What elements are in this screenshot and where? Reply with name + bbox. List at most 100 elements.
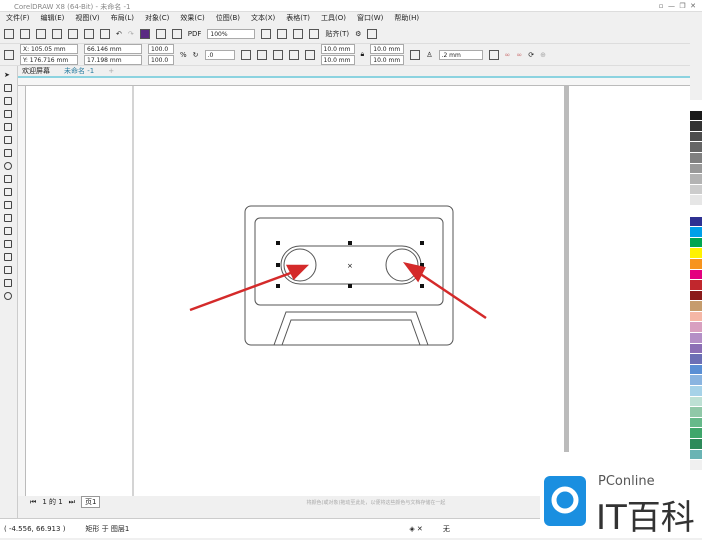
pick-tool-icon[interactable]: ➤ — [4, 71, 12, 79]
color-swatch[interactable] — [690, 439, 702, 450]
menu-edit[interactable]: 编辑(E) — [41, 13, 65, 23]
polygon-tool-icon[interactable] — [4, 175, 12, 183]
horizontal-ruler[interactable] — [18, 78, 690, 86]
relative-scale-icon[interactable] — [410, 49, 421, 60]
color-swatch[interactable] — [690, 311, 702, 323]
page-tab[interactable]: 页1 — [80, 496, 101, 508]
window-controls[interactable]: ▫ — ❐ ✕ — [659, 2, 696, 10]
color-swatch[interactable] — [690, 322, 702, 334]
menu-window[interactable]: 窗口(W) — [357, 13, 383, 23]
transparency-icon[interactable] — [4, 240, 12, 248]
color-swatch[interactable] — [690, 205, 702, 217]
guidelines-icon[interactable] — [309, 28, 320, 39]
undo-icon[interactable]: ↶ — [116, 30, 122, 38]
eyedropper-icon[interactable] — [4, 253, 12, 261]
color-swatch[interactable] — [690, 237, 702, 249]
menu-effects[interactable]: 效果(C) — [180, 13, 204, 23]
wrap-text-icon[interactable] — [488, 49, 499, 60]
object-origin-icon[interactable] — [4, 49, 14, 60]
ellipse-tool-icon[interactable] — [4, 162, 12, 170]
print-icon[interactable] — [52, 28, 62, 39]
menu-text[interactable]: 文本(X) — [251, 13, 275, 23]
redo-icon[interactable]: ↷ — [128, 30, 134, 38]
color-swatch[interactable] — [690, 354, 702, 365]
convert-curves-icon[interactable]: ⟳ — [528, 51, 534, 59]
menu-view[interactable]: 视图(V) — [75, 13, 99, 23]
to-back-icon[interactable]: ∞ — [516, 51, 522, 59]
tab-welcome[interactable]: 欢迎屏幕 — [22, 66, 50, 76]
to-front-icon[interactable]: ∞ — [505, 51, 511, 59]
freehand-tool-icon[interactable] — [4, 123, 12, 131]
snap-dropdown[interactable]: 贴齐(T) — [325, 29, 349, 39]
open-icon[interactable] — [20, 28, 30, 39]
color-swatch[interactable] — [690, 333, 702, 344]
paste-icon[interactable] — [100, 28, 110, 39]
new-icon[interactable] — [4, 28, 14, 39]
launch-icon[interactable] — [367, 28, 378, 39]
crop-tool-icon[interactable] — [4, 97, 12, 105]
menu-table[interactable]: 表格(T) — [286, 13, 310, 23]
cut-icon[interactable] — [68, 28, 78, 39]
corner-tr-field[interactable]: 10.0 mm — [370, 44, 405, 54]
zoom-select[interactable]: 100% — [207, 28, 256, 39]
menu-tools[interactable]: 工具(O) — [321, 13, 346, 23]
shape-tool-icon[interactable] — [4, 84, 12, 92]
color-swatch[interactable] — [690, 174, 702, 185]
save-icon[interactable] — [36, 28, 46, 39]
color-swatch[interactable] — [690, 343, 702, 355]
color-swatch[interactable] — [690, 131, 702, 143]
color-swatch[interactable] — [690, 428, 702, 439]
parallel-dimension-icon[interactable] — [4, 201, 12, 209]
menu-file[interactable]: 文件(F) — [6, 13, 30, 23]
menu-help[interactable]: 帮助(H) — [394, 13, 419, 23]
scallop-corner-icon[interactable] — [288, 49, 299, 60]
vertical-ruler[interactable] — [18, 86, 26, 496]
color-swatch[interactable] — [690, 396, 702, 408]
scale-height-field[interactable]: 100.0 — [148, 55, 174, 65]
gear-icon[interactable]: ⚙ — [355, 30, 361, 38]
scale-width-field[interactable]: 100.0 — [148, 44, 174, 54]
rulers-icon[interactable] — [277, 28, 288, 39]
color-swatch[interactable] — [690, 227, 702, 238]
color-swatch[interactable] — [690, 248, 702, 259]
rectangle-tool-icon[interactable] — [4, 149, 12, 157]
search-content-icon[interactable] — [139, 28, 150, 39]
copy-icon[interactable] — [84, 28, 94, 39]
menu-bitmap[interactable]: 位图(B) — [216, 13, 240, 23]
color-swatch[interactable] — [690, 163, 702, 175]
grid-icon[interactable] — [293, 28, 304, 39]
mirror-h-icon[interactable] — [240, 49, 251, 60]
menu-layout[interactable]: 布局(L) — [111, 13, 134, 23]
last-page-icon[interactable]: ⏭ — [69, 498, 75, 507]
color-swatch[interactable] — [690, 407, 702, 418]
new-tab-icon[interactable]: + — [108, 67, 114, 75]
color-swatch[interactable] — [690, 280, 702, 291]
artistic-media-icon[interactable] — [4, 136, 12, 144]
color-swatch[interactable] — [690, 110, 702, 122]
height-field[interactable]: 17.198 mm — [84, 55, 142, 65]
connector-tool-icon[interactable] — [4, 214, 12, 222]
color-swatch[interactable] — [690, 449, 702, 461]
x-field[interactable]: X: 105.05 mm — [20, 44, 78, 54]
color-swatch[interactable] — [690, 364, 702, 376]
color-swatch[interactable] — [690, 142, 702, 153]
chamfer-corner-icon[interactable] — [304, 49, 315, 60]
first-page-icon[interactable]: ⏮ — [30, 498, 36, 507]
full-screen-icon[interactable] — [261, 28, 272, 39]
zoom-tool-icon[interactable] — [4, 110, 12, 118]
color-swatch[interactable] — [690, 386, 702, 397]
color-swatch[interactable] — [690, 417, 702, 429]
menu-object[interactable]: 对象(C) — [145, 13, 169, 23]
text-tool-icon[interactable] — [4, 188, 12, 196]
export-icon[interactable] — [171, 28, 182, 39]
tab-document[interactable]: 未命名 -1 — [64, 66, 94, 76]
corner-bl-field[interactable]: 10.0 mm — [320, 55, 355, 65]
color-swatch[interactable] — [690, 195, 702, 206]
round-corner-icon[interactable] — [272, 49, 283, 60]
rotation-field[interactable]: .0 — [204, 49, 235, 60]
color-swatch[interactable] — [690, 100, 702, 111]
color-swatch[interactable] — [690, 375, 702, 387]
import-icon[interactable] — [155, 28, 166, 39]
drawing-canvas[interactable]: × — [26, 86, 690, 496]
interactive-fill-icon[interactable] — [4, 266, 12, 274]
